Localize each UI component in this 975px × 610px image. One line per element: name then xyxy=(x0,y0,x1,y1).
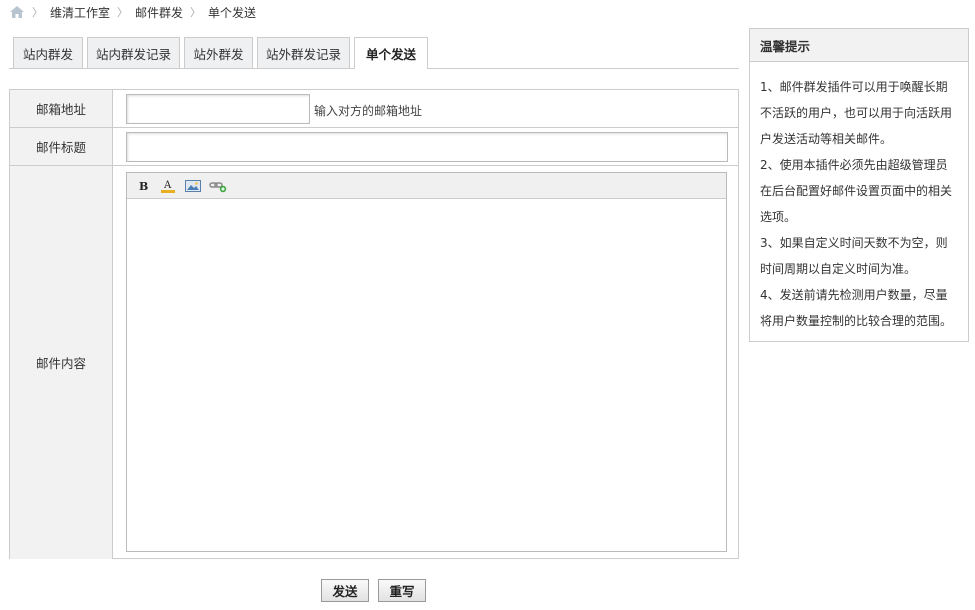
image-icon[interactable] xyxy=(183,177,203,195)
tips-body: 1、邮件群发插件可以用于唤醒长期不活跃的用户，也可以用于向活跃用户发送活动等相关… xyxy=(750,62,968,334)
subject-field[interactable] xyxy=(126,132,728,162)
link-icon[interactable] xyxy=(208,177,228,195)
bold-icon[interactable]: B xyxy=(133,177,153,195)
svg-text:A: A xyxy=(163,180,172,191)
home-icon[interactable] xyxy=(9,5,25,19)
breadcrumb-item-studio[interactable]: 维清工作室 xyxy=(50,4,110,21)
tips-panel: 温馨提示 1、邮件群发插件可以用于唤醒长期不活跃的用户，也可以用于向活跃用户发送… xyxy=(749,28,969,342)
tab-bar: 站内群发 站内群发记录 站外群发 站外群发记录 单个发送 xyxy=(9,37,739,69)
tab-internal-bulk[interactable]: 站内群发 xyxy=(13,37,83,68)
tab-external-bulk[interactable]: 站外群发 xyxy=(184,37,253,68)
tip-item: 2、使用本插件必须先由超级管理员在后台配置好邮件设置页面中的相关选项。 xyxy=(760,158,953,224)
tab-internal-bulk-log[interactable]: 站内群发记录 xyxy=(87,37,180,68)
reset-button[interactable]: 重写 xyxy=(378,579,426,602)
breadcrumb-item-current: 单个发送 xyxy=(208,5,257,20)
email-row: 邮箱地址 输入对方的邮箱地址 xyxy=(10,90,738,128)
email-field[interactable] xyxy=(126,94,310,124)
form-actions: 发送 重写 xyxy=(321,579,435,602)
tip-item: 1、邮件群发插件可以用于唤醒长期不活跃的用户，也可以用于向活跃用户发送活动等相关… xyxy=(760,80,953,146)
svg-text:B: B xyxy=(139,180,148,192)
editor-toolbar: B A xyxy=(127,173,726,199)
editor-content-area[interactable] xyxy=(127,199,726,551)
mail-form: 邮箱地址 输入对方的邮箱地址 邮件标题 邮件内容 B A xyxy=(9,89,739,559)
email-label: 邮箱地址 xyxy=(10,90,113,127)
subject-label: 邮件标题 xyxy=(10,128,113,165)
tip-item: 4、发送前请先检测用户数量，尽量将用户数量控制的比较合理的范围。 xyxy=(760,288,953,328)
content-row: 邮件内容 B A xyxy=(10,166,738,559)
tab-single-send[interactable]: 单个发送 xyxy=(354,37,428,69)
subject-row: 邮件标题 xyxy=(10,128,738,166)
tab-external-bulk-log[interactable]: 站外群发记录 xyxy=(257,37,350,68)
tips-title: 温馨提示 xyxy=(750,29,968,62)
breadcrumb: 〉 维清工作室 〉 邮件群发 〉 单个发送 xyxy=(9,3,256,21)
tip-item: 3、如果自定义时间天数不为空，则时间周期以自定义时间为准。 xyxy=(760,236,948,276)
chevron-right-icon: 〉 xyxy=(32,6,43,19)
chevron-right-icon: 〉 xyxy=(190,6,202,19)
rich-text-editor: B A xyxy=(126,172,727,552)
content-label: 邮件内容 xyxy=(10,166,113,559)
send-button[interactable]: 发送 xyxy=(321,579,369,602)
breadcrumb-item-mail[interactable]: 邮件群发 xyxy=(135,4,183,21)
chevron-right-icon: 〉 xyxy=(117,6,129,19)
font-color-icon[interactable]: A xyxy=(158,177,178,195)
email-hint: 输入对方的邮箱地址 xyxy=(314,104,423,118)
